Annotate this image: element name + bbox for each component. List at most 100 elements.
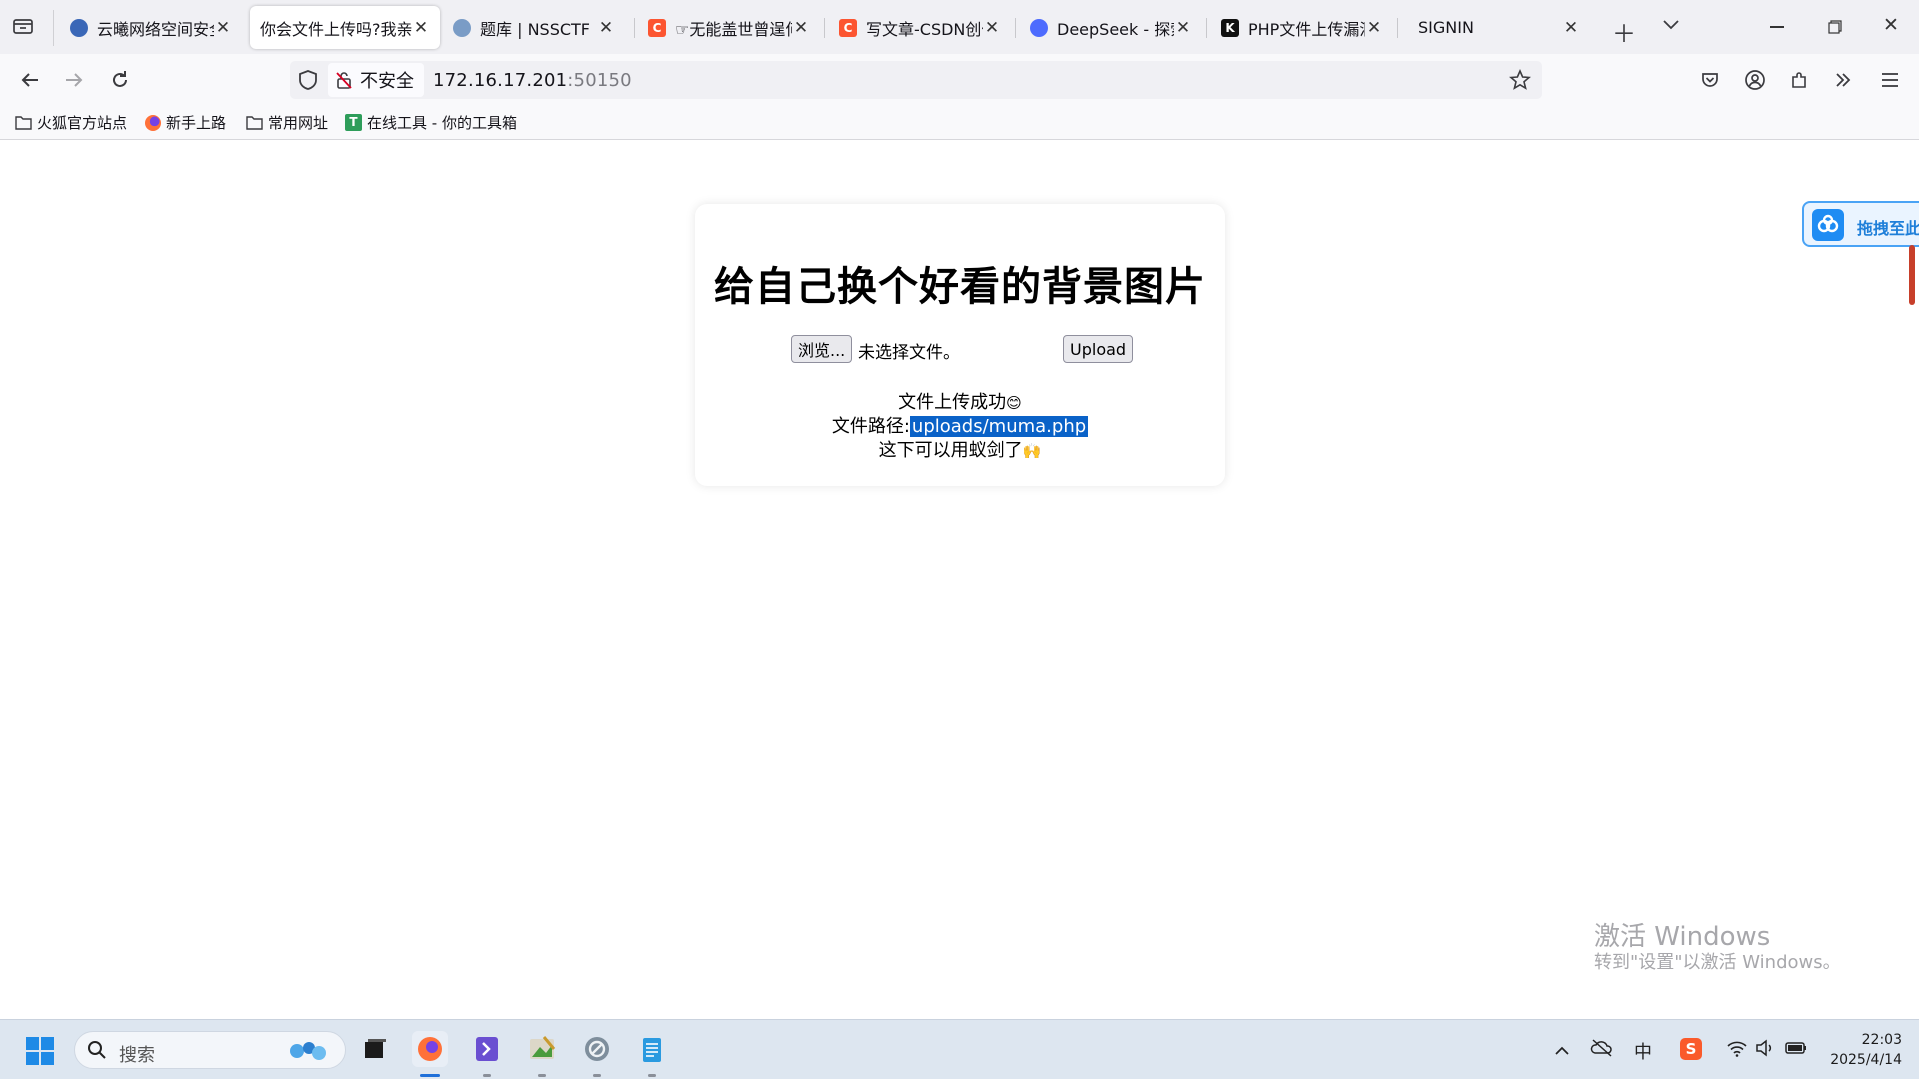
url-text[interactable]: 172.16.17.201:50150 xyxy=(433,70,632,91)
wifi-icon[interactable] xyxy=(1726,1038,1748,1062)
k-favicon: K xyxy=(1221,18,1239,37)
close-window-icon[interactable]: ✕ xyxy=(1883,14,1899,36)
sogou-ime-icon[interactable]: S xyxy=(1680,1038,1702,1060)
tab-separator xyxy=(824,18,825,38)
tab-separator xyxy=(634,18,635,38)
not-secure-label: 不安全 xyxy=(360,71,414,92)
bookmark-item[interactable]: T 在线工具 - 你的工具箱 xyxy=(345,112,517,133)
tab-nssctf[interactable]: 题库 | NSSCTF ✕ xyxy=(443,6,625,49)
browse-button[interactable]: 浏览... xyxy=(791,335,853,363)
thermometer-handle[interactable] xyxy=(1909,245,1915,305)
bookmark-label: 火狐官方站点 xyxy=(37,114,128,132)
tab-current[interactable]: 你会文件上传吗?我亲 ✕ xyxy=(250,6,440,49)
tab-title: 写文章-CSDN创作 xyxy=(866,19,983,39)
bookmark-label: 新手上路 xyxy=(166,114,227,132)
network-tool-icon[interactable] xyxy=(579,1031,615,1067)
tab-csdn-2[interactable]: C 写文章-CSDN创作 ✕ xyxy=(829,6,1011,49)
running-indicator xyxy=(538,1074,546,1077)
tab-separator xyxy=(1206,18,1207,38)
image-editor-icon[interactable] xyxy=(524,1031,560,1067)
bookmark-item[interactable]: 常用网址 xyxy=(246,112,328,133)
tab-signin[interactable]: SIGNIN ✕ xyxy=(1408,6,1590,49)
bookmark-item[interactable]: 火狐官方站点 xyxy=(15,112,127,133)
reload-icon[interactable] xyxy=(104,64,136,96)
task-view-icon[interactable] xyxy=(357,1031,393,1067)
onedrive-offline-icon[interactable] xyxy=(1590,1038,1614,1062)
account-icon[interactable] xyxy=(1739,64,1771,96)
visual-studio-icon[interactable] xyxy=(469,1031,505,1067)
close-icon[interactable]: ✕ xyxy=(1562,18,1580,38)
url-host: 172.16.17.201 xyxy=(433,70,568,91)
notepad-icon[interactable] xyxy=(634,1031,670,1067)
windows-start-icon[interactable] xyxy=(25,1036,55,1070)
pocket-icon[interactable] xyxy=(1694,64,1726,96)
toolbox-icon: T xyxy=(345,114,362,131)
url-bar[interactable]: 不安全 172.16.17.201:50150 xyxy=(290,61,1542,99)
not-secure-badge[interactable]: 不安全 xyxy=(328,63,424,97)
drag-drop-widget[interactable]: 拖拽至此 xyxy=(1802,201,1919,247)
search-icon xyxy=(87,1040,107,1064)
extensions-icon[interactable] xyxy=(1783,64,1815,96)
tray-overflow-chevron-icon[interactable] xyxy=(1554,1042,1570,1061)
tab-csdn-1[interactable]: C ☞无能盖世曾逞何 ✕ xyxy=(638,6,820,49)
running-indicator xyxy=(483,1074,491,1077)
volume-icon[interactable] xyxy=(1754,1038,1776,1062)
bookmark-item[interactable]: 新手上路 xyxy=(145,112,226,133)
smile-emoji-icon: 😊 xyxy=(1006,394,1022,412)
firefox-running-indicator xyxy=(420,1074,440,1077)
chevron-down-icon[interactable] xyxy=(1662,16,1680,35)
csdn-favicon: C xyxy=(839,18,857,37)
no-file-label: 未选择文件。 xyxy=(858,343,960,363)
tab-deepseek[interactable]: DeepSeek - 探索 ✕ xyxy=(1020,6,1202,49)
tab-title: 云曦网络空间安全 xyxy=(97,19,214,39)
running-indicator xyxy=(593,1074,601,1077)
bookmarks-toolbar: 火狐官方站点 新手上路 常用网址 T 在线工具 - 你的工具箱 xyxy=(0,106,1919,140)
close-icon[interactable]: ✕ xyxy=(412,18,430,38)
unlock-icon xyxy=(334,70,354,90)
result-line-2: 文件路径: uploads/muma.php xyxy=(695,412,1225,438)
activation-watermark-subtitle: 转到"设置"以激活 Windows。 xyxy=(1594,952,1841,973)
shield-icon[interactable] xyxy=(298,69,318,95)
upload-button[interactable]: Upload xyxy=(1063,335,1134,363)
close-icon[interactable]: ✕ xyxy=(214,18,232,38)
new-tab-icon[interactable]: ＋ xyxy=(1612,14,1636,49)
close-icon[interactable]: ✕ xyxy=(1174,18,1192,38)
antsword-hint-text: 这下可以用蚁剑了 xyxy=(878,440,1023,461)
close-icon[interactable]: ✕ xyxy=(1365,18,1383,38)
close-icon[interactable]: ✕ xyxy=(792,18,810,38)
tab-php-upload[interactable]: K PHP文件上传漏洞 ✕ xyxy=(1211,6,1393,49)
page-heading: 给自己换个好看的背景图片 xyxy=(714,264,1206,310)
nssctf-favicon xyxy=(453,18,471,37)
ime-indicator[interactable]: 中 xyxy=(1634,1038,1652,1064)
tab-title: 你会文件上传吗?我亲 xyxy=(260,19,412,39)
close-icon[interactable]: ✕ xyxy=(983,18,1001,38)
search-highlight-icon xyxy=(285,1039,329,1063)
overflow-chevron-icon[interactable] xyxy=(1827,64,1859,96)
hamburger-menu-icon[interactable] xyxy=(1874,64,1906,96)
system-clock[interactable]: 22:03 2025/4/14 xyxy=(1826,1030,1902,1070)
bookmark-star-icon[interactable] xyxy=(1509,68,1531,95)
battery-icon[interactable] xyxy=(1784,1039,1808,1061)
result-line-3: 这下可以用蚁剑了🙌 xyxy=(695,436,1225,462)
tab-title: 题库 | NSSCTF xyxy=(480,19,590,39)
tab-list-icon[interactable] xyxy=(12,16,34,36)
cloud-drive-icon xyxy=(1812,209,1844,241)
tab-yunxi[interactable]: 云曦网络空间安全 ✕ xyxy=(60,6,242,49)
tab-title: SIGNIN xyxy=(1418,18,1474,37)
close-icon[interactable]: ✕ xyxy=(597,18,615,38)
taskbar-search[interactable]: 搜索 xyxy=(74,1031,346,1069)
file-path-value[interactable]: uploads/muma.php xyxy=(909,416,1089,437)
back-icon[interactable] xyxy=(14,64,46,96)
bookmark-label: 常用网址 xyxy=(268,114,329,132)
forward-icon[interactable] xyxy=(58,64,90,96)
firefox-taskbar-icon[interactable] xyxy=(412,1031,448,1067)
folder-icon xyxy=(15,115,32,130)
bookmark-label: 在线工具 - 你的工具箱 xyxy=(367,114,517,132)
tab-strip: 云曦网络空间安全 ✕ 你会文件上传吗?我亲 ✕ 题库 | NSSCTF ✕ C … xyxy=(0,0,1919,54)
file-path-label: 文件路径: xyxy=(831,416,910,437)
restore-icon[interactable] xyxy=(1828,19,1842,38)
minimize-icon[interactable] xyxy=(1770,26,1784,28)
upload-success-text: 文件上传成功 xyxy=(898,392,1007,413)
clock-date: 2025/4/14 xyxy=(1830,1052,1902,1068)
upload-card: 给自己换个好看的背景图片 浏览... 未选择文件。 Upload 文件上传成功😊… xyxy=(695,204,1225,486)
